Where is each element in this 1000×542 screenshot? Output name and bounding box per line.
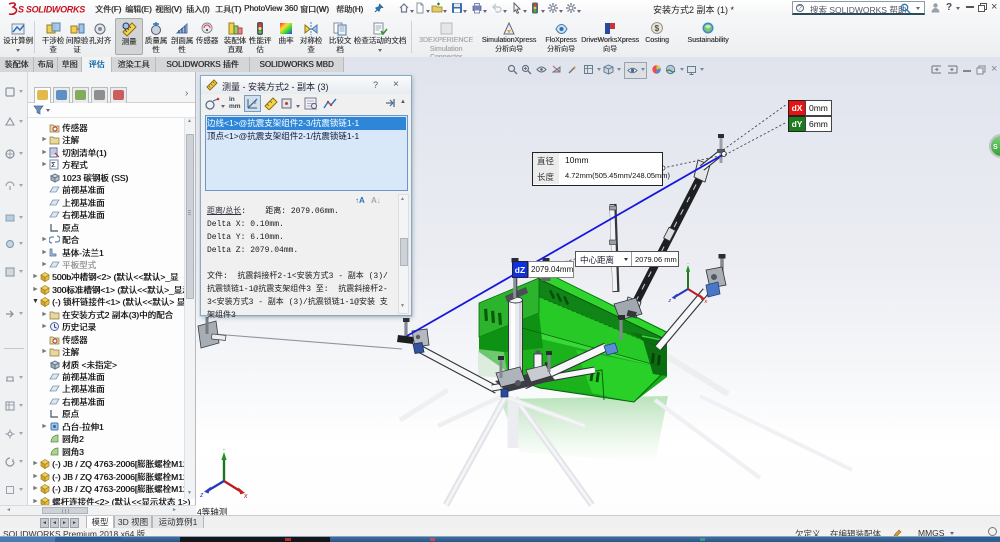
svg-text:S SOLIDWORKS: S SOLIDWORKS [18, 5, 85, 15]
svg-text:z: z [199, 492, 204, 499]
svg-text:z: z [254, 100, 257, 106]
svg-text:z: z [667, 298, 671, 304]
svg-text:..: .. [687, 261, 690, 266]
svg-text:..: .. [223, 446, 227, 452]
svg-text:S: S [993, 144, 998, 151]
svg-text:x: x [243, 493, 248, 500]
svg-text:x: x [703, 299, 708, 305]
svg-text:$: $ [654, 24, 659, 33]
svg-text:Σ: Σ [51, 162, 56, 169]
